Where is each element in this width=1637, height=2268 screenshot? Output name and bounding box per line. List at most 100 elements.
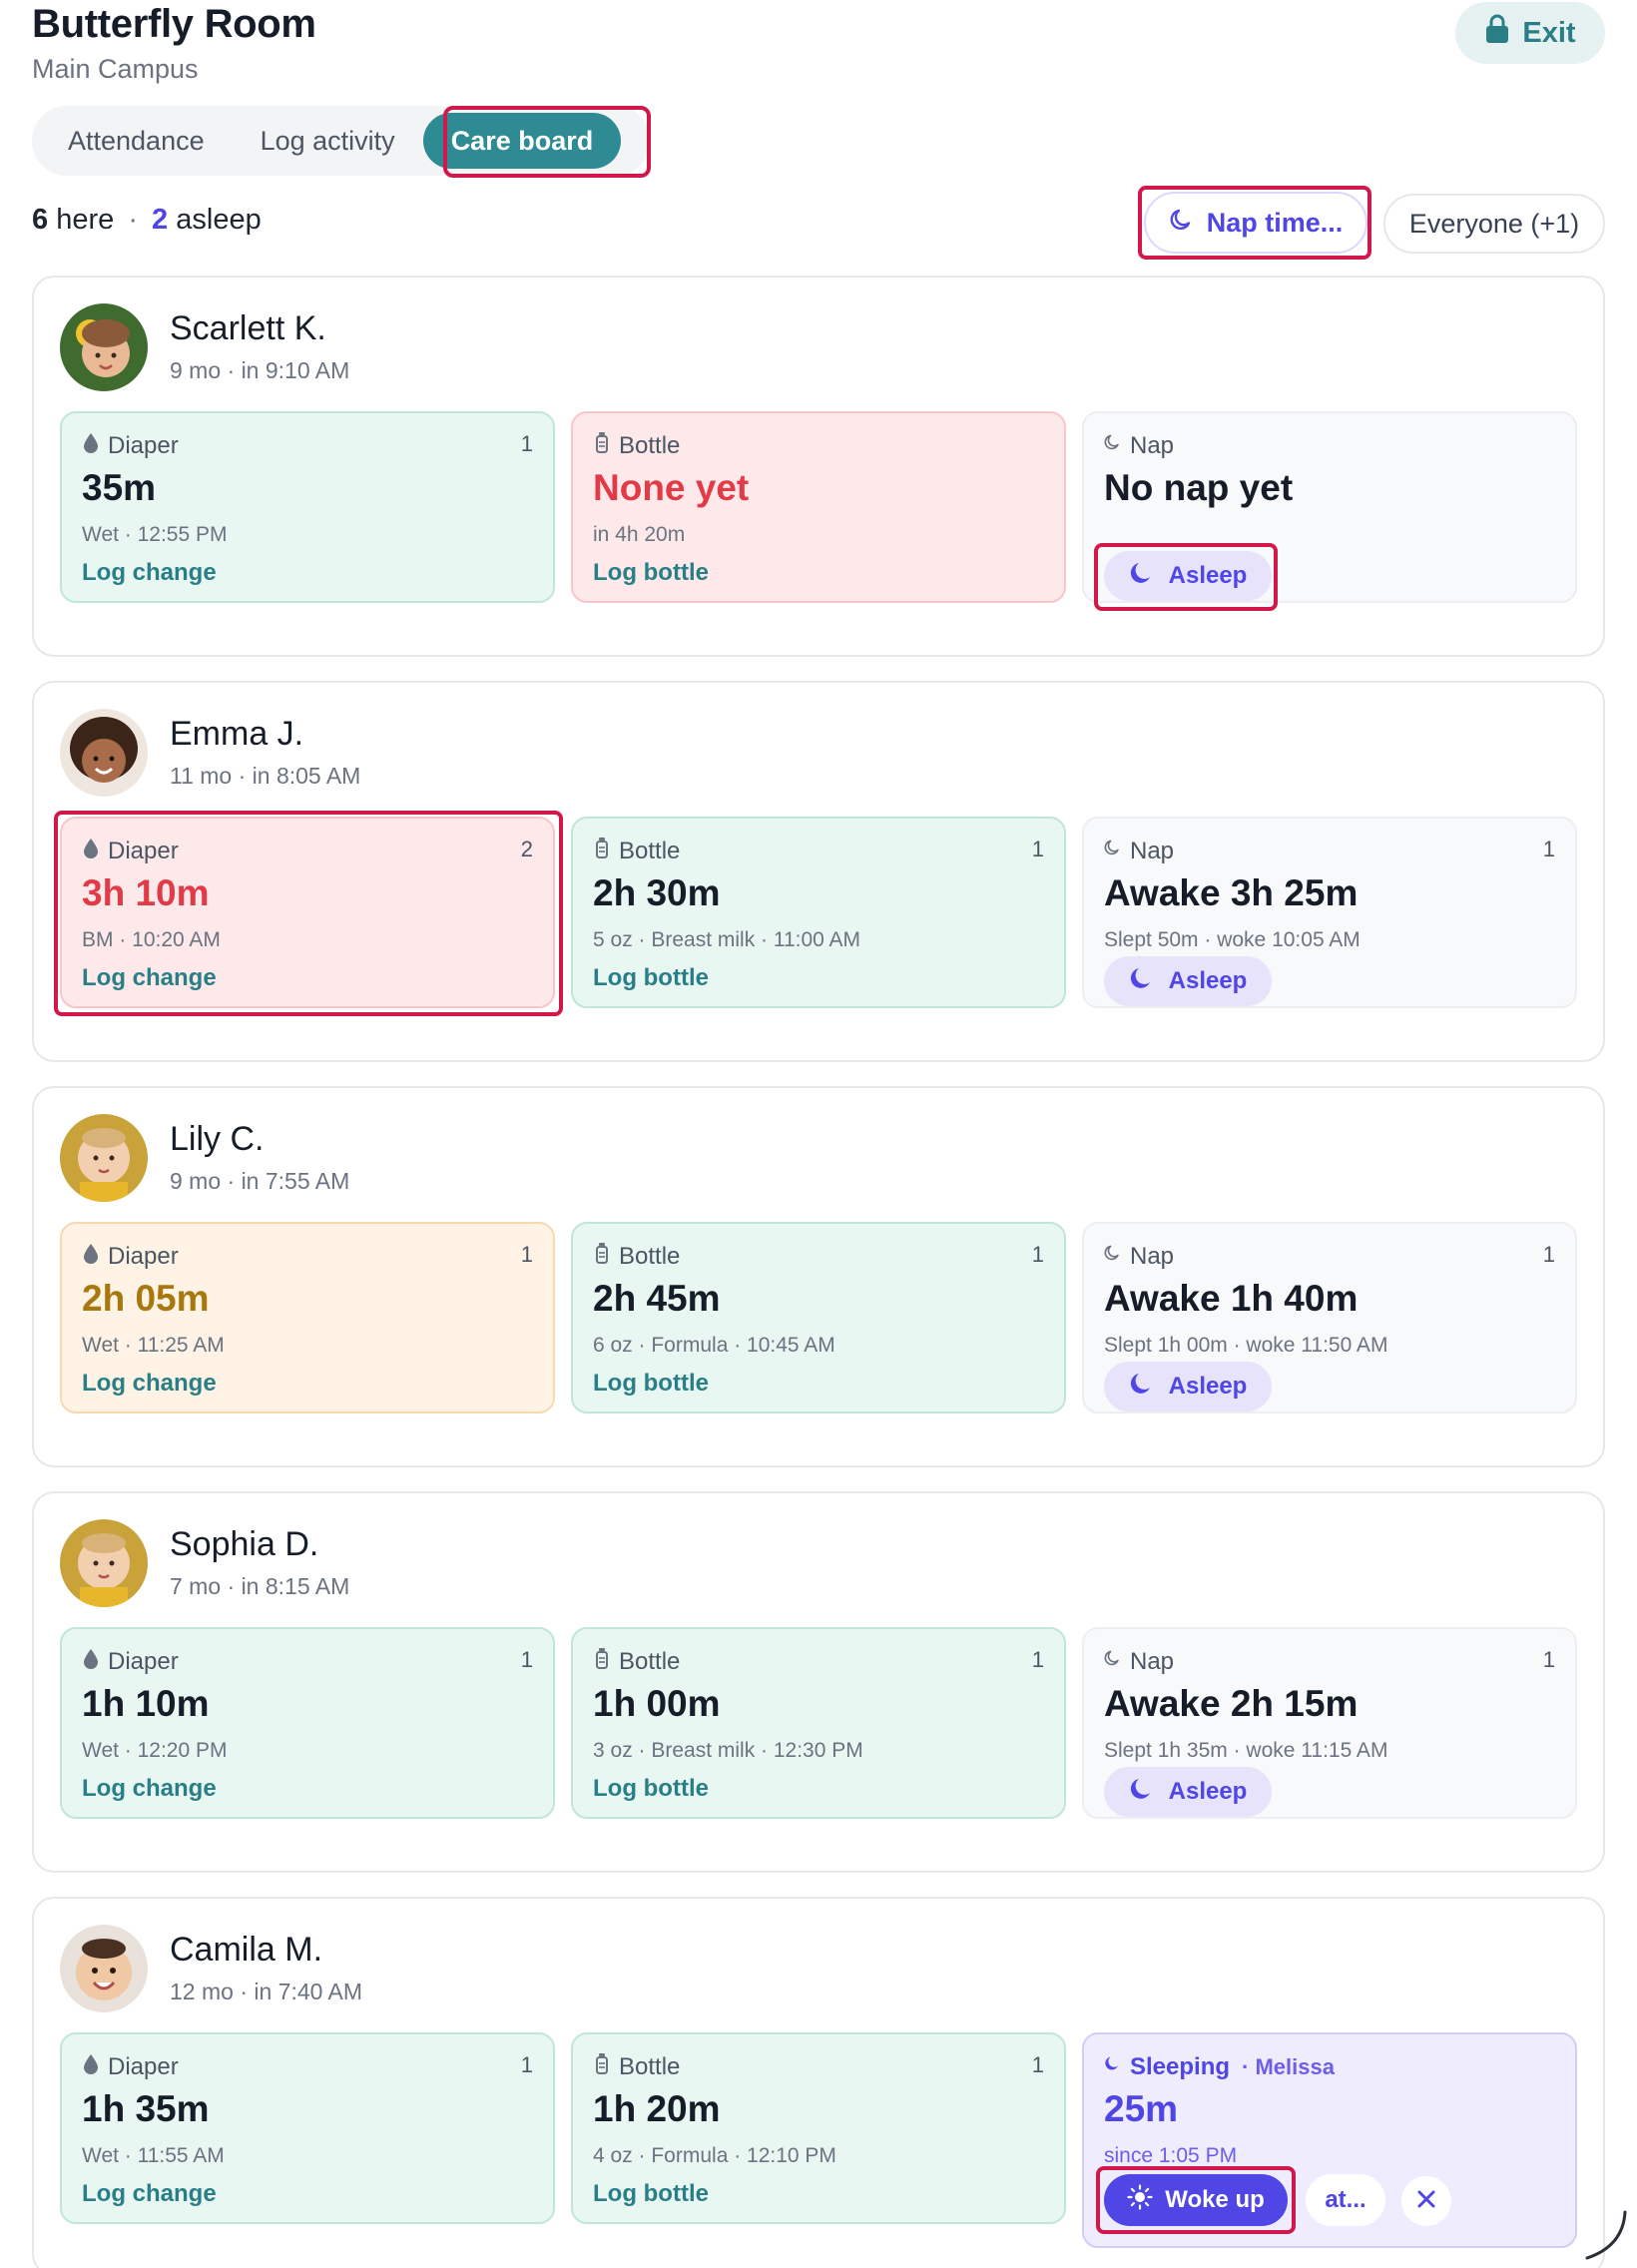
- moon-icon: [1129, 965, 1155, 998]
- bottle-icon: [593, 837, 611, 865]
- tile-label: Bottle: [593, 1242, 680, 1271]
- tile-count: 1: [1031, 1242, 1044, 1267]
- bottle-tile: Bottle 1 1h 00m 3 oz · Breast milk · 12:…: [571, 1627, 1066, 1819]
- tile-value: 1h 10m: [82, 1683, 210, 1724]
- tile-label: Bottle: [593, 1647, 680, 1676]
- nap-tile: Nap No nap yet Asleep: [1082, 411, 1577, 611]
- asleep-button[interactable]: Asleep: [1104, 1362, 1272, 1412]
- log-change-link[interactable]: Log change: [82, 1775, 217, 1803]
- child-card: Sophia D. 7 mo · in 8:15 AM Diaper 1 1h …: [32, 1491, 1605, 1873]
- tile-detail: Wet · 11:25 AM: [82, 1334, 225, 1357]
- tile-value: No nap yet: [1104, 467, 1294, 508]
- tile-count: 1: [1031, 2052, 1044, 2077]
- child-meta: 12 mo · in 7:40 AM: [170, 1979, 363, 2004]
- tile-label: Bottle: [593, 2052, 680, 2081]
- asleep-button[interactable]: Asleep: [1104, 956, 1272, 1006]
- log-bottle-link[interactable]: Log bottle: [593, 2180, 709, 2208]
- log-bottle-link[interactable]: Log bottle: [593, 1370, 709, 1398]
- tile-detail: 6 oz · Formula · 10:45 AM: [593, 1334, 835, 1357]
- child-meta: 11 mo · in 8:05 AM: [170, 763, 361, 789]
- tile-value: 2h 30m: [593, 872, 721, 913]
- tab-attendance[interactable]: Attendance: [40, 113, 233, 169]
- bottle-icon: [593, 1647, 611, 1676]
- tile-label: Nap: [1104, 1647, 1174, 1676]
- tile-label: Diaper: [82, 1647, 179, 1676]
- moon-icon: [1104, 2052, 1122, 2081]
- summary: 6 here · 2 asleep: [32, 204, 262, 237]
- moon-icon: [1104, 1647, 1122, 1676]
- tile-value: None yet: [593, 467, 750, 508]
- tile-label: Diaper: [82, 1242, 179, 1271]
- exit-button[interactable]: Exit: [1455, 2, 1605, 64]
- child-name: Emma J.: [170, 715, 304, 753]
- drop-icon: [82, 2052, 100, 2081]
- tile-label: Bottle: [593, 837, 680, 865]
- avatar: [60, 1925, 148, 2012]
- here-label: here: [56, 204, 115, 236]
- child-name: Sophia D.: [170, 1525, 319, 1563]
- tile-detail: in 4h 20m: [593, 523, 686, 546]
- child-card: Emma J. 11 mo · in 8:05 AM Diaper 2 3h 1…: [32, 681, 1605, 1062]
- child-card: Scarlett K. 9 mo · in 9:10 AM Diaper 1 3…: [32, 276, 1605, 657]
- tile-detail: Slept 1h 00m · woke 11:50 AM: [1104, 1334, 1388, 1357]
- child-name: Camila M.: [170, 1931, 323, 1969]
- everyone-filter-button[interactable]: Everyone (+1): [1383, 194, 1605, 254]
- child-meta: 9 mo · in 7:55 AM: [170, 1168, 350, 1194]
- tile-detail: 3 oz · Breast milk · 12:30 PM: [593, 1739, 863, 1762]
- tile-value: 1h 00m: [593, 1683, 721, 1724]
- child-name: Lily C.: [170, 1120, 265, 1158]
- diaper-tile: Diaper 1 35m Wet · 12:55 PM Log change: [60, 411, 555, 603]
- close-icon: [1415, 2188, 1437, 2215]
- bottle-tile: Bottle 1 2h 30m 5 oz · Breast milk · 11:…: [571, 817, 1066, 1008]
- nap-tile: Nap 1 Awake 2h 15m Slept 1h 35m · woke 1…: [1082, 1627, 1577, 1819]
- tile-value: 1h 20m: [593, 2088, 721, 2129]
- tile-value: 1h 35m: [82, 2088, 210, 2129]
- tab-log-activity[interactable]: Log activity: [233, 113, 423, 169]
- room-title: Butterfly Room: [32, 2, 316, 46]
- diaper-tile: Diaper 1 1h 10m Wet · 12:20 PM Log chang…: [60, 1627, 555, 1819]
- tile-value: Awake 1h 40m: [1104, 1278, 1359, 1319]
- tile-detail: 5 oz · Breast milk · 11:00 AM: [593, 928, 861, 951]
- tile-value: 25m: [1104, 2088, 1179, 2129]
- tile-count: 1: [1031, 1647, 1044, 1672]
- tile-label: Sleeping · Melissa: [1104, 2052, 1335, 2081]
- asleep-button[interactable]: Asleep: [1104, 1767, 1272, 1817]
- tile-detail: Wet · 12:55 PM: [82, 523, 228, 546]
- bottle-tile: Bottle 1 2h 45m 6 oz · Formula · 10:45 A…: [571, 1222, 1066, 1414]
- campus-name: Main Campus: [32, 54, 199, 84]
- avatar: [60, 1519, 148, 1607]
- avatar: [60, 303, 148, 391]
- log-change-link[interactable]: Log change: [82, 559, 217, 587]
- cancel-nap-button[interactable]: [1401, 2176, 1451, 2226]
- drop-icon: [82, 1242, 100, 1271]
- diaper-tile: Diaper 1 1h 35m Wet · 11:55 AM Log chang…: [60, 2032, 555, 2224]
- tile-label: Diaper: [82, 431, 179, 460]
- drop-icon: [82, 1647, 100, 1676]
- highlight-box: [443, 106, 651, 178]
- tile-count: 1: [1031, 837, 1044, 861]
- log-change-link[interactable]: Log change: [82, 1370, 217, 1398]
- header: Butterfly Room Main Campus Exit: [32, 0, 1605, 90]
- avatar: [60, 1114, 148, 1202]
- highlight-box: [54, 811, 563, 1016]
- woke-at-time-button[interactable]: at...: [1306, 2174, 1385, 2226]
- child-meta: 9 mo · in 9:10 AM: [170, 357, 350, 383]
- log-bottle-link[interactable]: Log bottle: [593, 559, 709, 587]
- tile-label: Nap: [1104, 431, 1174, 460]
- exit-label: Exit: [1522, 16, 1576, 49]
- tile-label: Nap: [1104, 1242, 1174, 1271]
- tile-value: Awake 2h 15m: [1104, 1683, 1359, 1724]
- tile-detail: 4 oz · Formula · 12:10 PM: [593, 2144, 836, 2167]
- moon-icon: [1129, 1776, 1155, 1809]
- log-bottle-link[interactable]: Log bottle: [593, 1775, 709, 1803]
- bottle-icon: [593, 2052, 611, 2081]
- moon-icon: [1129, 1371, 1155, 1404]
- tile-detail: Slept 50m · woke 10:05 AM: [1104, 928, 1361, 951]
- lock-icon: [1484, 14, 1510, 52]
- moon-icon: [1104, 1242, 1122, 1271]
- bottle-icon: [593, 431, 611, 460]
- bottle-tile: Bottle None yet in 4h 20m Log bottle: [571, 411, 1066, 603]
- log-change-link[interactable]: Log change: [82, 2180, 217, 2208]
- tile-count: 1: [520, 431, 533, 456]
- log-bottle-link[interactable]: Log bottle: [593, 964, 709, 992]
